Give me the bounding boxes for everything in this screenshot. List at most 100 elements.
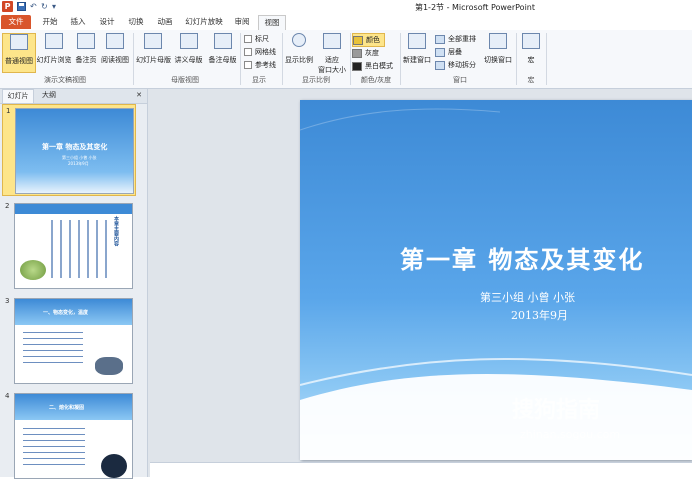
slide-preview: 一、物态变化，温度	[14, 298, 133, 384]
notes-pane[interactable]	[150, 462, 692, 478]
slide-sorter-button[interactable]: 幻灯片浏览	[36, 33, 72, 71]
reading-view-button[interactable]: 阅读视图	[100, 33, 130, 71]
slide-subtitle[interactable]: 第三小组 小曾 小张	[480, 289, 575, 305]
group-window-label: 窗口	[453, 76, 467, 84]
slide-master-icon	[144, 33, 162, 49]
window-size-label: 窗口大小	[318, 66, 346, 74]
color-button[interactable]: 颜色	[352, 33, 385, 47]
new-window-button[interactable]: 新建窗口	[402, 33, 432, 71]
move-split-icon	[435, 60, 445, 70]
arrange-all-label: 全部重排	[448, 35, 476, 43]
group-separator	[400, 33, 401, 85]
tab-home[interactable]: 开始	[38, 15, 62, 29]
checkbox-icon	[244, 35, 252, 43]
group-zoom-label: 显示比例	[302, 76, 330, 84]
slide-number: 1	[6, 107, 11, 115]
group-separator	[516, 33, 517, 85]
handout-master-button[interactable]: 讲义母版	[172, 33, 205, 71]
notes-master-button[interactable]: 备注母版	[207, 33, 238, 71]
gridlines-label: 网格线	[255, 48, 276, 56]
save-icon[interactable]	[17, 2, 26, 12]
thumb-title: 本章主要内容	[113, 216, 119, 246]
black-white-swatch-icon	[352, 61, 362, 71]
group-separator	[240, 33, 241, 85]
black-white-label: 黑白模式	[365, 62, 393, 70]
move-split-label: 移动拆分	[448, 61, 476, 69]
close-pane-icon[interactable]: ✕	[134, 89, 144, 102]
powerpoint-app-icon[interactable]: P	[2, 1, 13, 12]
ruler-checkbox[interactable]: 标尺	[244, 33, 269, 45]
tab-slideshow[interactable]: 幻灯片放映	[182, 15, 226, 29]
tab-review[interactable]: 审阅	[230, 15, 254, 29]
tab-file[interactable]: 文件	[1, 15, 31, 29]
thumb-image	[95, 357, 123, 375]
grayscale-button[interactable]: 灰度	[352, 47, 379, 59]
zoom-button[interactable]: 显示比例	[284, 33, 314, 71]
tab-insert[interactable]: 插入	[66, 15, 90, 29]
arrange-all-icon	[435, 34, 445, 44]
switch-window-label: 切换窗口	[484, 56, 512, 64]
group-color-label: 颜色/灰度	[360, 76, 392, 84]
group-separator	[350, 33, 351, 85]
gridlines-checkbox[interactable]: 网格线	[244, 46, 276, 58]
ribbon: 普通视图 幻灯片浏览 备注页 阅读视图 演示文稿视图 幻灯片母版 讲义母版 备注…	[0, 30, 692, 89]
slide-thumbnail-3[interactable]: 3 一、物态变化，温度	[2, 295, 134, 385]
slide-number: 4	[5, 392, 10, 400]
reading-view-icon	[106, 33, 124, 49]
slide-preview: 二、熔化和凝固	[14, 393, 133, 479]
fit-label: 适应	[325, 56, 339, 64]
tab-view[interactable]: 视图	[258, 15, 286, 31]
slides-pane-tabs: 幻灯片 大纲 ✕	[0, 89, 147, 104]
new-window-icon	[408, 33, 426, 49]
cascade-button[interactable]: 层叠	[435, 46, 462, 58]
slide-title[interactable]: 第一章 物态及其变化	[400, 240, 644, 275]
normal-view-button[interactable]: 普通视图	[2, 33, 36, 73]
slides-pane-scrollbar[interactable]	[136, 104, 146, 477]
grayscale-swatch-icon	[352, 48, 362, 58]
checkbox-icon	[244, 61, 252, 69]
thumb-text-lines	[23, 332, 83, 366]
macros-icon	[522, 33, 540, 49]
slide-thumbnail-2[interactable]: 2 本章主要内容	[2, 200, 134, 290]
new-window-label: 新建窗口	[403, 56, 431, 64]
slide-canvas[interactable]: 第一章 物态及其变化 第三小组 小曾 小张 2013年9月	[300, 100, 692, 460]
arrange-all-button[interactable]: 全部重排	[435, 33, 476, 45]
macros-button[interactable]: 宏	[520, 33, 542, 71]
undo-icon[interactable]: ↶	[30, 2, 37, 12]
slide-preview: 本章主要内容	[14, 203, 133, 289]
slide-master-button[interactable]: 幻灯片母版	[136, 33, 171, 71]
customize-qat-icon[interactable]: ▾	[52, 2, 56, 12]
tab-slides[interactable]: 幻灯片	[2, 89, 34, 103]
slide-master-label: 幻灯片母版	[136, 56, 171, 64]
fit-to-window-button[interactable]: 适应 窗口大小	[316, 33, 348, 74]
slide-date[interactable]: 2013年9月	[511, 307, 568, 323]
notes-page-button[interactable]: 备注页	[74, 33, 98, 71]
zoom-label: 显示比例	[285, 56, 313, 64]
cascade-icon	[435, 47, 445, 57]
group-show-label: 显示	[252, 76, 266, 84]
tab-transitions[interactable]: 切换	[124, 15, 148, 29]
guides-checkbox[interactable]: 参考线	[244, 59, 276, 71]
watermark-url: zhinan.sogou.com	[520, 428, 621, 441]
normal-view-icon	[10, 34, 28, 50]
tab-outline[interactable]: 大纲	[36, 89, 62, 102]
group-macros-label: 宏	[527, 76, 535, 84]
notes-master-label: 备注母版	[208, 56, 237, 64]
switch-window-icon	[489, 33, 507, 49]
slide-thumbnail-1[interactable]: 1 第一章 物态及其变化 第三小组 小曾 小张 2013年9月	[2, 104, 136, 196]
tab-animations[interactable]: 动画	[153, 15, 177, 29]
tab-design[interactable]: 设计	[95, 15, 119, 29]
ribbon-tabs: 文件 开始 插入 设计 切换 动画 幻灯片放映 审阅 视图	[0, 15, 692, 31]
black-white-button[interactable]: 黑白模式	[352, 60, 393, 72]
slide-thumbnail-4[interactable]: 4 二、熔化和凝固	[2, 390, 134, 480]
notes-page-icon	[77, 33, 95, 49]
thumb-date: 2013年9月	[68, 161, 89, 166]
thumb-title: 一、物态变化，温度	[43, 310, 89, 316]
switch-window-button[interactable]: 切换窗口	[482, 33, 514, 71]
group-separator	[546, 33, 547, 85]
redo-icon[interactable]: ↻	[41, 2, 48, 12]
move-split-button[interactable]: 移动拆分	[435, 59, 476, 71]
macros-label: 宏	[527, 56, 535, 64]
thumb-text-lines	[51, 220, 107, 278]
handout-master-label: 讲义母版	[174, 56, 203, 64]
